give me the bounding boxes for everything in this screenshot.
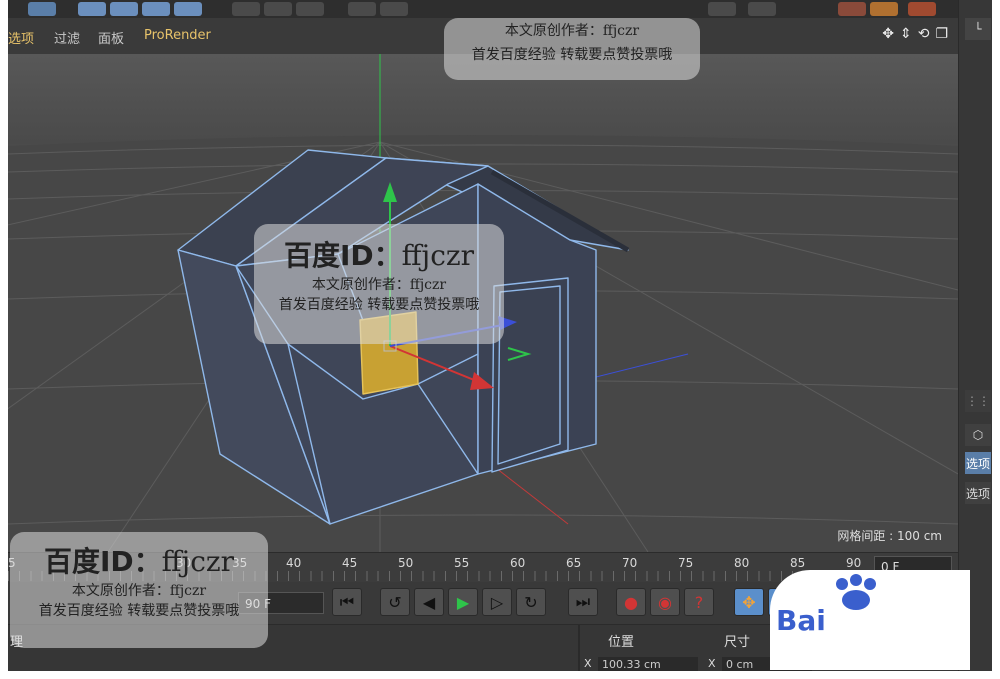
- toolbar-button[interactable]: [870, 2, 898, 16]
- watermark-id: 百度ID：ffjczr: [10, 540, 268, 580]
- watermark-bottom-left: 百度ID：ffjczr 本文原创作者：ffjczr 首发百度经验 转载要点赞投票…: [10, 532, 268, 648]
- ruler-tick-label: 85: [790, 556, 806, 570]
- record-button[interactable]: ●: [616, 588, 646, 616]
- position-x-field[interactable]: 100.33 cm: [598, 657, 698, 671]
- position-label: 位置: [608, 635, 635, 650]
- toolbar-button[interactable]: [838, 2, 866, 16]
- watermark-line2: 首发百度经验 转载要点赞投票哦: [38, 603, 240, 619]
- toolbar-button[interactable]: [348, 2, 376, 16]
- watermark-line1: 本文原创作者：ffjczr: [311, 277, 447, 293]
- next-key-button[interactable]: ↻: [516, 588, 546, 616]
- tab-options[interactable]: 选项: [965, 482, 991, 504]
- toolbar-button[interactable]: [78, 2, 106, 16]
- corner-icon[interactable]: └: [965, 18, 991, 40]
- panel-divider: [578, 625, 580, 671]
- ruler-tick-label: 80: [734, 556, 750, 570]
- menu-options[interactable]: 选项: [8, 28, 34, 47]
- watermark-id-label: 百度ID：: [283, 239, 402, 272]
- menu-prorender[interactable]: ProRender: [144, 28, 211, 43]
- go-to-start-button[interactable]: ⏮: [332, 588, 362, 616]
- watermark-id-handle: ffjczr: [161, 545, 235, 578]
- watermark-line1: 本文原创作者：ffjczr: [71, 583, 207, 599]
- position-x-prefix: X: [584, 657, 592, 670]
- go-to-end-button[interactable]: ⏭: [568, 588, 598, 616]
- auto-key-button[interactable]: ◉: [650, 588, 680, 616]
- key-help-button[interactable]: ?: [684, 588, 714, 616]
- prev-frame-button[interactable]: ◀: [414, 588, 444, 616]
- viewport-nav-icons: ✥ ⇕ ⟲ ❐: [882, 26, 948, 42]
- menu-filter[interactable]: 过滤: [54, 28, 80, 47]
- next-frame-button[interactable]: ▷: [482, 588, 512, 616]
- move-tool-button[interactable]: ✥: [734, 588, 764, 616]
- watermark-line2: 首发百度经验 转载要点赞投票哦: [278, 297, 480, 313]
- ruler-tick-label: 55: [454, 556, 470, 570]
- ruler-tick-label: 50: [398, 556, 414, 570]
- menu-panel[interactable]: 面板: [98, 28, 124, 47]
- grid-spacing-label: 网格间距 : 100 cm: [837, 529, 942, 543]
- watermark-line1: 本文原创作者：ffjczr: [504, 23, 640, 39]
- baidu-logo-watermark: Bai: [770, 570, 970, 670]
- toolbar-button[interactable]: [142, 2, 170, 16]
- ruler-tick-label: 65: [566, 556, 582, 570]
- toolbar-button[interactable]: [908, 2, 936, 16]
- ruler-tick-label: 70: [622, 556, 638, 570]
- watermark-top: 本文原创作者：ffjczr 首发百度经验 转载要点赞投票哦: [444, 18, 700, 80]
- ruler-tick-label: 75: [678, 556, 694, 570]
- grip-icon: ⋮⋮: [965, 390, 991, 412]
- toolbar-button[interactable]: [748, 2, 776, 16]
- toolbar-button[interactable]: [232, 2, 260, 16]
- cube-icon[interactable]: ⬡: [965, 424, 991, 446]
- dolly-icon[interactable]: ⇕: [900, 26, 912, 42]
- watermark-id: 百度ID：ffjczr: [254, 234, 504, 274]
- toolbar-button[interactable]: [28, 2, 56, 16]
- size-x-prefix: X: [708, 657, 716, 670]
- toolbar-button[interactable]: [110, 2, 138, 16]
- toolbar-button[interactable]: [708, 2, 736, 16]
- size-label: 尺寸: [724, 635, 751, 650]
- toolbar-button[interactable]: [174, 2, 202, 16]
- pan-icon[interactable]: ✥: [882, 26, 894, 42]
- baidu-logo-text: Bai: [776, 604, 826, 637]
- toolbar-button[interactable]: [380, 2, 408, 16]
- ruler-tick-label: 40: [286, 556, 302, 570]
- maximize-icon[interactable]: ❐: [935, 26, 948, 42]
- watermark-center: 百度ID：ffjczr 本文原创作者：ffjczr 首发百度经验 转载要点赞投票…: [254, 224, 504, 344]
- watermark-id-label: 百度ID：: [43, 545, 162, 578]
- play-button[interactable]: ▶: [448, 588, 478, 616]
- ruler-tick-label: 45: [342, 556, 358, 570]
- ruler-tick-label: 90: [846, 556, 862, 570]
- ruler-tick-label: 60: [510, 556, 526, 570]
- main-toolbar: [8, 0, 958, 18]
- toolbar-button[interactable]: [296, 2, 324, 16]
- orbit-icon[interactable]: ⟲: [918, 26, 930, 42]
- watermark-line2: 首发百度经验 转载要点赞投票哦: [471, 47, 673, 63]
- watermark-id-handle: ffjczr: [401, 239, 475, 272]
- prev-key-button[interactable]: ↺: [380, 588, 410, 616]
- toolbar-button[interactable]: [264, 2, 292, 16]
- tab-options-active[interactable]: 选项: [965, 452, 991, 474]
